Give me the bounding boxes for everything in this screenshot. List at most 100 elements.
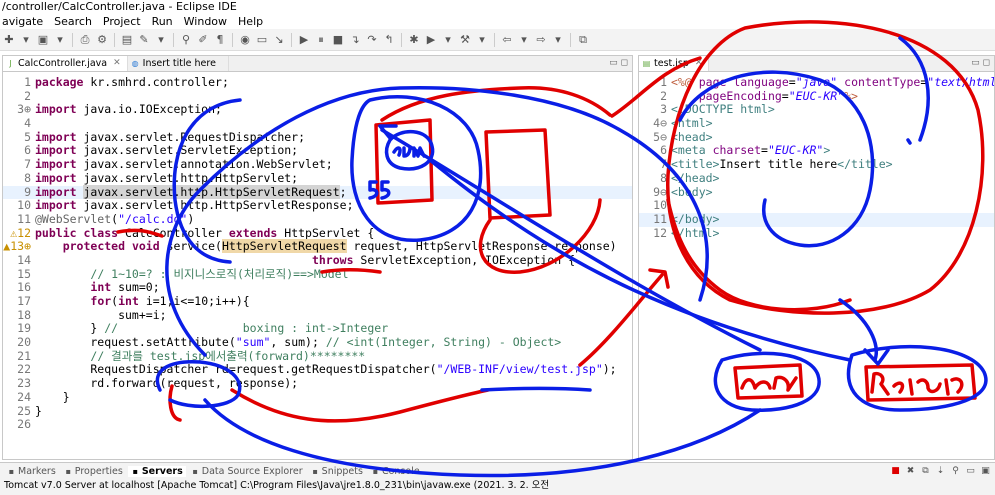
dropdown-icon[interactable]: ▾: [475, 33, 489, 47]
code-line[interactable]: 5⊖ <head>: [639, 130, 994, 145]
bottom-tab-properties[interactable]: ▪ Properties: [61, 466, 126, 477]
code-line[interactable]: 18 sum+=i;: [3, 308, 632, 323]
code-line[interactable]: 7 <title>Insert title here</title>: [639, 157, 994, 172]
dropdown-icon[interactable]: ▾: [551, 33, 565, 47]
code-line[interactable]: 11 @WebServlet("/calc.do"): [3, 212, 632, 227]
code-line[interactable]: 3 <!DOCTYPE html>: [639, 103, 994, 117]
external-tools-icon[interactable]: ⚒: [458, 33, 472, 47]
dropdown-icon[interactable]: ▾: [53, 33, 67, 47]
globe-icon[interactable]: ◉: [238, 33, 252, 47]
minimize-maximize-icon[interactable]: ▭ ◻: [967, 56, 994, 71]
scroll-lock-icon[interactable]: ⇣: [935, 466, 946, 477]
code-line[interactable]: 4⊖ <html>: [639, 116, 994, 131]
resume-icon[interactable]: ▶: [297, 33, 311, 47]
back-icon[interactable]: ⇦: [500, 33, 514, 47]
code-line[interactable]: 3⊕ import java.io.IOException;: [3, 103, 632, 117]
code-line[interactable]: 20 request.setAttribute("sum", sum); // …: [3, 335, 632, 350]
code-line[interactable]: 11 </body>: [639, 212, 994, 227]
code-line[interactable]: 1 package kr.smhrd.controller;: [3, 75, 632, 90]
save-icon[interactable]: ▣: [36, 33, 50, 47]
pin-icon[interactable]: ⚲: [179, 33, 193, 47]
menu-item-window[interactable]: Window: [184, 15, 227, 28]
stop-icon[interactable]: ■: [331, 33, 345, 47]
open-folder-icon[interactable]: ▤: [120, 33, 134, 47]
build-icon[interactable]: ✎: [137, 33, 151, 47]
code-line[interactable]: 2 pageEncoding="EUC-KR"%>: [639, 89, 994, 104]
code-line[interactable]: 5 import javax.servlet.RequestDispatcher;: [3, 130, 632, 145]
close-icon[interactable]: ✕: [113, 56, 121, 71]
code-line[interactable]: 22 RequestDispatcher rd=request.getReque…: [3, 363, 632, 377]
bottom-tab-console[interactable]: ▪ Console: [368, 466, 423, 477]
skip-icon[interactable]: ↘: [272, 33, 286, 47]
editor-tab[interactable]: J CalcController.java ✕: [3, 56, 128, 71]
code-line[interactable]: 12 </html>: [639, 226, 994, 241]
menu-item-help[interactable]: Help: [238, 15, 263, 28]
menu-item-search[interactable]: Search: [54, 15, 92, 28]
open-console-icon[interactable]: ▣: [980, 466, 991, 477]
code-line[interactable]: 8 </head>: [639, 171, 994, 186]
code-line[interactable]: 14 throws ServletException, IOException …: [3, 253, 632, 268]
code-line[interactable]: 9⊖ <body>: [639, 185, 994, 200]
bottom-tab-label: Console: [381, 465, 420, 477]
perspective-icon[interactable]: ⧉: [576, 33, 590, 47]
code-line[interactable]: 15 // 1~10=? : 비지니스로직(처리로직)==>Model: [3, 267, 632, 282]
dropdown-icon[interactable]: ▾: [441, 33, 455, 47]
editor-tab[interactable]: ▤ test.jsp ✕: [639, 56, 710, 71]
code-area[interactable]: 1 package kr.smhrd.controller; 2 3⊕ import j…: [3, 72, 632, 432]
print-icon[interactable]: ⎙: [78, 33, 92, 47]
dropdown-icon[interactable]: ▾: [517, 33, 531, 47]
code-line[interactable]: 26: [3, 417, 632, 432]
step-return-icon[interactable]: ↰: [382, 33, 396, 47]
bottom-tab-markers[interactable]: ▪ Markers: [4, 466, 59, 477]
line-code: import javax.servlet.ServletException;: [35, 143, 299, 158]
code-line[interactable]: 24 }: [3, 390, 632, 405]
code-line[interactable]: 19 } // boxing : int->Integer: [3, 322, 632, 336]
step-into-icon[interactable]: ↴: [348, 33, 362, 47]
code-line[interactable]: 21 // 결과를 test.jsp에서출력(forward)********: [3, 349, 632, 364]
menu-item-run[interactable]: Run: [152, 15, 173, 28]
code-area[interactable]: 1 <%@ page language="java" contentType="t…: [639, 72, 994, 240]
settings-icon[interactable]: ⚙: [95, 33, 109, 47]
run-icon[interactable]: ▶: [424, 33, 438, 47]
remove-icon[interactable]: ✖: [905, 466, 916, 477]
code-line[interactable]: 10 import javax.servlet.http.HttpServletR…: [3, 198, 632, 213]
copy-icon[interactable]: ⧉: [920, 466, 931, 477]
code-line[interactable]: 6 <meta charset="EUC-KR">: [639, 144, 994, 158]
highlight-icon[interactable]: ✐: [196, 33, 210, 47]
code-line[interactable]: 23 rd.forward(request, response);: [3, 376, 632, 391]
code-line[interactable]: ▲13⊕ protected void service(HttpServletR…: [3, 239, 632, 254]
code-line[interactable]: 10: [639, 198, 994, 213]
suspend-icon[interactable]: ⏸: [314, 33, 328, 47]
code-line[interactable]: 17 for(int i=1;i<=10;i++){: [3, 294, 632, 309]
code-line[interactable]: 1 <%@ page language="java" contentType="t…: [639, 75, 994, 90]
code-line[interactable]: 8 import javax.servlet.http.HttpServlet;: [3, 171, 632, 186]
code-line[interactable]: 6 import javax.servlet.ServletException;: [3, 144, 632, 158]
line-number: 25: [17, 403, 31, 418]
debug-icon[interactable]: ✱: [407, 33, 421, 47]
bottom-tab-servers[interactable]: ▪ Servers: [127, 465, 186, 477]
code-line[interactable]: 25}: [3, 403, 632, 419]
bottom-tab-data-source-explorer[interactable]: ▪ Data Source Explorer: [188, 466, 306, 477]
dropdown-icon[interactable]: ▾: [154, 33, 168, 47]
code-line[interactable]: 7 import javax.servlet.annotation.WebServ…: [3, 157, 632, 172]
forward-icon[interactable]: ⇨: [534, 33, 548, 47]
display-icon[interactable]: ▭: [965, 466, 976, 477]
code-line[interactable]: 4: [3, 116, 632, 131]
new-icon[interactable]: ✚: [2, 33, 16, 47]
editor-tab[interactable]: ◍ Insert title here: [128, 56, 229, 71]
code-line[interactable]: 16 int sum=0;: [3, 280, 632, 295]
code-line[interactable]: ⚠12 public class CalcController extends H…: [3, 226, 632, 241]
pin-icon[interactable]: ⚲: [950, 466, 961, 477]
terminal-icon[interactable]: ▭: [255, 33, 269, 47]
whitespace-icon[interactable]: ¶: [213, 33, 227, 47]
close-icon[interactable]: ✕: [695, 56, 703, 71]
bottom-tab-snippets[interactable]: ▪ Snippets: [308, 466, 366, 477]
stop-icon[interactable]: ■: [890, 466, 901, 477]
step-over-icon[interactable]: ↷: [365, 33, 379, 47]
code-line[interactable]: 9 import javax.servlet.http.HttpServletRe…: [3, 184, 632, 200]
code-line[interactable]: 2: [3, 89, 632, 104]
dropdown-icon[interactable]: ▾: [19, 33, 33, 47]
minimize-maximize-icon[interactable]: ▭ ◻: [605, 56, 632, 71]
menu-item-project[interactable]: Project: [103, 15, 141, 28]
menu-item-avigate[interactable]: avigate: [2, 15, 43, 28]
